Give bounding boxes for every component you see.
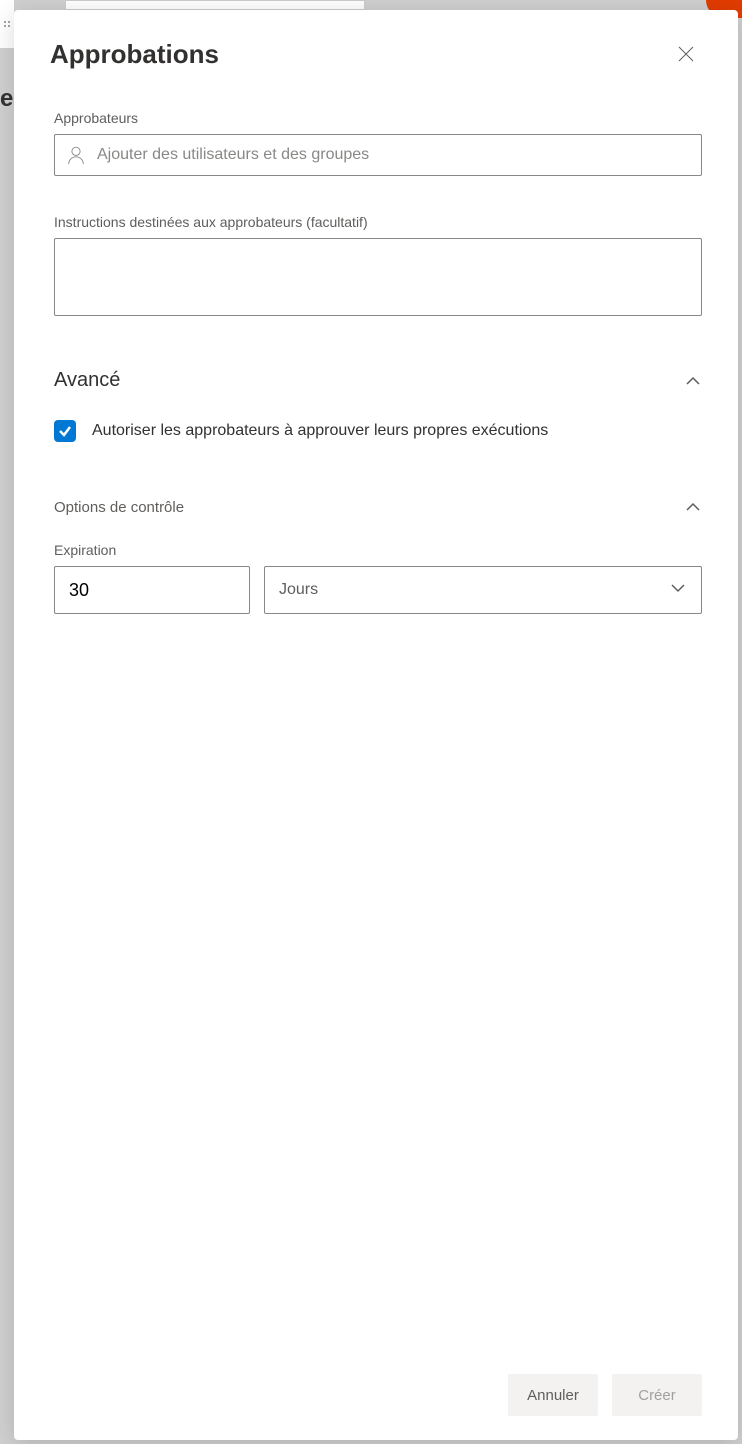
allow-self-approve-row[interactable]: Autoriser les approbateurs à approuver l… (54, 420, 702, 442)
panel-header: Approbations (14, 10, 738, 82)
expiration-value-input[interactable] (54, 566, 250, 614)
approvals-panel: Approbations Approbateurs Instructions d… (14, 10, 738, 1440)
close-icon (676, 44, 696, 64)
cancel-button[interactable]: Annuler (508, 1374, 598, 1416)
approvers-label: Approbateurs (54, 110, 702, 126)
allow-self-approve-checkbox[interactable] (54, 420, 76, 442)
panel-title: Approbations (50, 39, 219, 70)
expiration-label: Expiration (54, 542, 702, 558)
expiration-row: Jours (54, 566, 702, 614)
control-options-header[interactable]: Options de contrôle (54, 498, 702, 516)
instructions-label: Instructions destinées aux approbateurs … (54, 214, 702, 230)
approvers-input[interactable] (97, 146, 691, 164)
panel-body: Approbateurs Instructions destinées aux … (14, 82, 738, 1356)
chevron-up-icon (684, 498, 702, 516)
close-button[interactable] (670, 38, 702, 70)
expiration-unit-value: Jours (279, 581, 318, 599)
create-button[interactable]: Créer (612, 1374, 702, 1416)
person-icon (65, 144, 87, 166)
advanced-section-header[interactable]: Avancé (54, 369, 702, 392)
approvers-input-wrap[interactable] (54, 134, 702, 176)
advanced-title: Avancé (54, 369, 120, 392)
chevron-down-icon (669, 579, 687, 602)
chevron-up-icon (684, 372, 702, 390)
instructions-textarea[interactable] (54, 238, 702, 316)
control-options-title: Options de contrôle (54, 499, 184, 516)
checkmark-icon (58, 424, 72, 438)
panel-footer: Annuler Créer (14, 1356, 738, 1440)
allow-self-approve-label: Autoriser les approbateurs à approuver l… (92, 422, 548, 440)
expiration-unit-select[interactable]: Jours (264, 566, 702, 614)
